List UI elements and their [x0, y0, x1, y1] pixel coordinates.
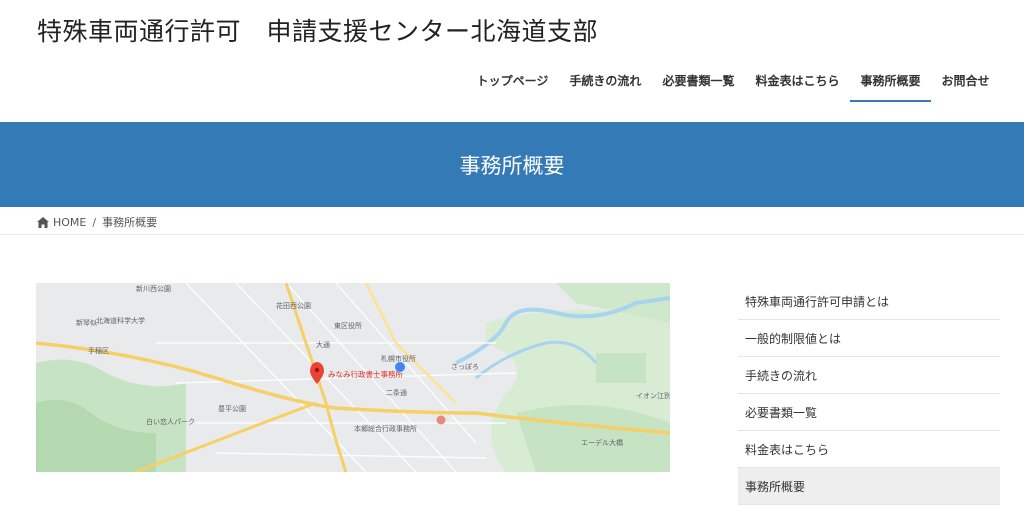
svg-text:豊平公園: 豊平公園 — [218, 404, 246, 413]
svg-text:新琴似: 新琴似 — [76, 318, 97, 327]
site-title[interactable]: 特殊車両通行許可 申請支援センター北海道支部 — [37, 12, 598, 48]
svg-text:東区役所: 東区役所 — [334, 321, 362, 330]
svg-text:さっぽろ: さっぽろ — [451, 363, 479, 371]
sidebar-item-office[interactable]: 事務所概要 — [738, 468, 1000, 505]
sidebar-item-limits[interactable]: 一般的制限値とは — [738, 320, 1000, 357]
svg-text:北海道科学大学: 北海道科学大学 — [96, 316, 145, 325]
svg-text:新川西公園: 新川西公園 — [136, 284, 171, 293]
sidebar-item-price[interactable]: 料金表はこちら — [738, 431, 1000, 468]
svg-text:花田西公園: 花田西公園 — [276, 301, 311, 310]
sidebar-menu: 特殊車両通行許可申請とは 一般的制限値とは 手続きの流れ 必要書類一覧 料金表は… — [738, 283, 1000, 505]
page-header-banner: 事務所概要 — [0, 122, 1024, 207]
nav-item-flow[interactable]: 手続きの流れ — [559, 72, 652, 102]
global-nav: トップページ 手続きの流れ 必要書類一覧 料金表はこちら 事務所概要 お問合せ — [466, 72, 1000, 102]
svg-text:エーデル大橋: エーデル大橋 — [581, 438, 623, 447]
breadcrumb: HOME / 事務所概要 — [37, 214, 157, 230]
map-canvas[interactable]: 新川西公園 北海道科学大学 花田西公園 東区役所 札幌市役所 本郷総合行政事務所… — [36, 283, 670, 472]
google-map[interactable]: 新川西公園 北海道科学大学 花田西公園 東区役所 札幌市役所 本郷総合行政事務所… — [36, 283, 670, 472]
breadcrumb-divider — [0, 234, 1024, 235]
nav-item-office[interactable]: 事務所概要 — [849, 72, 931, 102]
sidebar-item-flow[interactable]: 手続きの流れ — [738, 357, 1000, 394]
nav-item-top[interactable]: トップページ — [466, 72, 559, 102]
breadcrumb-separator: / — [92, 215, 97, 229]
svg-text:本郷総合行政事務所: 本郷総合行政事務所 — [354, 424, 417, 433]
map-marker-label: みなみ行政書士事務所 — [328, 369, 403, 379]
sidebar-item-documents[interactable]: 必要書類一覧 — [738, 394, 1000, 431]
nav-item-contact[interactable]: お問合せ — [931, 72, 1000, 102]
breadcrumb-current: 事務所概要 — [102, 216, 158, 229]
svg-text:二条通: 二条通 — [386, 388, 407, 397]
svg-text:大通: 大通 — [316, 340, 330, 349]
sidebar-item-about-permit[interactable]: 特殊車両通行許可申請とは — [738, 283, 1000, 320]
site-header: 特殊車両通行許可 申請支援センター北海道支部 トップページ 手続きの流れ 必要書… — [0, 0, 1024, 122]
svg-text:イオン江別: イオン江別 — [636, 391, 670, 400]
svg-text:白い恋人パーク: 白い恋人パーク — [146, 417, 195, 426]
nav-item-price[interactable]: 料金表はこちら — [745, 72, 850, 102]
breadcrumb-home[interactable]: HOME — [53, 216, 86, 229]
svg-text:手稲区: 手稲区 — [88, 346, 109, 355]
nav-item-documents[interactable]: 必要書類一覧 — [652, 72, 745, 102]
page-title: 事務所概要 — [459, 153, 565, 178]
home-icon — [37, 216, 49, 228]
svg-text:札幌市役所: 札幌市役所 — [381, 354, 416, 363]
